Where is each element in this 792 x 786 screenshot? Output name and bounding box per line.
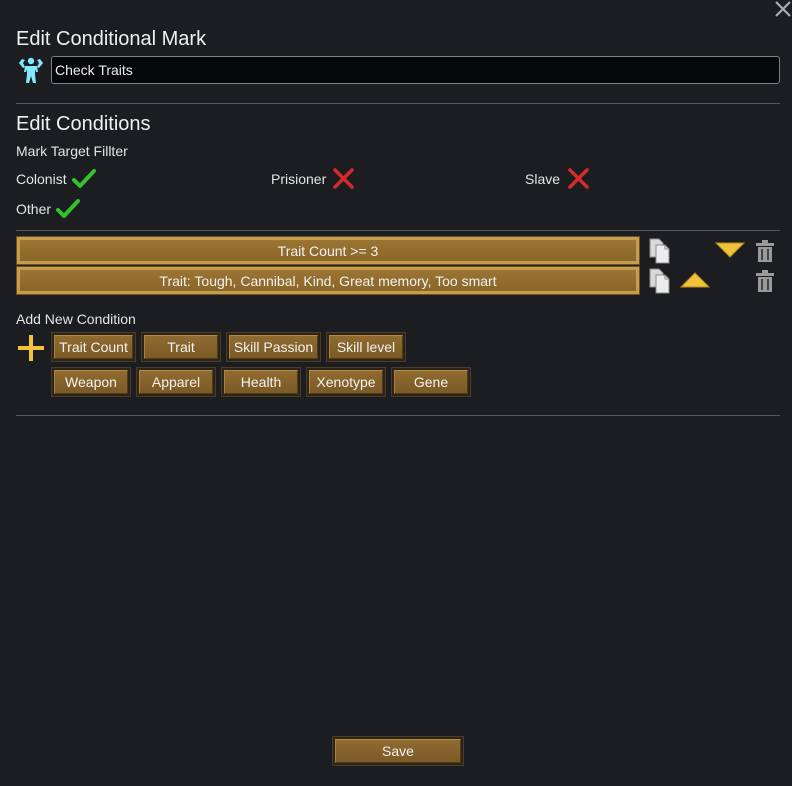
add-trait-count-button[interactable]: Trait Count: [51, 332, 136, 362]
condition-row[interactable]: Trait: Tough, Cannibal, Kind, Great memo…: [16, 266, 640, 295]
conditions-title: Edit Conditions: [16, 113, 151, 135]
add-condition-button[interactable]: [17, 334, 45, 362]
copy-condition-button[interactable]: [648, 238, 672, 264]
button-label: Weapon: [54, 370, 128, 394]
filter-prisoner[interactable]: Prisioner: [271, 168, 357, 190]
move-up-button[interactable]: [680, 270, 710, 290]
divider: [16, 103, 780, 104]
add-health-button[interactable]: Health: [221, 367, 301, 397]
add-weapon-button[interactable]: Weapon: [51, 367, 131, 397]
add-gene-button[interactable]: Gene: [391, 367, 471, 397]
move-down-button[interactable]: [715, 240, 745, 260]
filter-label: Other: [16, 201, 52, 217]
button-label: Apparel: [139, 370, 213, 394]
button-label: Save: [335, 739, 461, 763]
condition-label: Trait: Tough, Cannibal, Kind, Great memo…: [20, 270, 636, 291]
mark-name-input[interactable]: [51, 56, 780, 84]
delete-condition-button[interactable]: [754, 269, 776, 293]
condition-label: Trait Count >= 3: [20, 240, 636, 261]
copy-icon: [649, 238, 670, 264]
divider: [16, 415, 780, 416]
button-label: Trait: [144, 335, 218, 359]
divider: [16, 230, 780, 231]
cross-icon: [333, 168, 354, 189]
close-button[interactable]: [774, 0, 792, 18]
add-apparel-button[interactable]: Apparel: [136, 367, 216, 397]
trash-icon: [756, 240, 774, 262]
target-filter-label: Mark Target Fillter: [16, 143, 128, 159]
plus-icon: [18, 335, 44, 361]
filter-label: Prisioner: [271, 171, 327, 187]
button-label: Skill level: [329, 335, 403, 359]
filter-other[interactable]: Other: [16, 198, 81, 220]
add-trait-button[interactable]: Trait: [141, 332, 221, 362]
close-icon: [775, 1, 791, 17]
filter-colonist[interactable]: Colonist: [16, 168, 97, 190]
condition-row[interactable]: Trait Count >= 3: [16, 236, 640, 265]
cross-icon: [568, 168, 589, 189]
strongman-icon: [19, 57, 43, 83]
copy-icon: [649, 268, 670, 294]
arrow-up-icon: [680, 272, 710, 288]
copy-condition-button[interactable]: [648, 268, 672, 294]
add-xenotype-button[interactable]: Xenotype: [306, 367, 386, 397]
filter-label: Slave: [525, 171, 561, 187]
filter-label: Colonist: [16, 171, 67, 187]
button-label: Xenotype: [309, 370, 383, 394]
button-label: Skill Passion: [229, 335, 318, 359]
save-button[interactable]: Save: [332, 736, 464, 766]
button-label: Trait Count: [54, 335, 133, 359]
add-skill-passion-button[interactable]: Skill Passion: [226, 332, 321, 362]
add-condition-label: Add New Condition: [16, 311, 136, 327]
checkmark-icon: [71, 169, 96, 188]
mark-icon-button[interactable]: [16, 55, 46, 85]
add-skill-level-button[interactable]: Skill level: [326, 332, 406, 362]
button-label: Health: [224, 370, 298, 394]
trash-icon: [756, 270, 774, 292]
dialog-title: Edit Conditional Mark: [16, 28, 207, 50]
delete-condition-button[interactable]: [754, 239, 776, 263]
filter-slave[interactable]: Slave: [525, 168, 592, 190]
arrow-down-icon: [715, 242, 745, 258]
button-label: Gene: [394, 370, 468, 394]
checkmark-icon: [56, 199, 81, 218]
